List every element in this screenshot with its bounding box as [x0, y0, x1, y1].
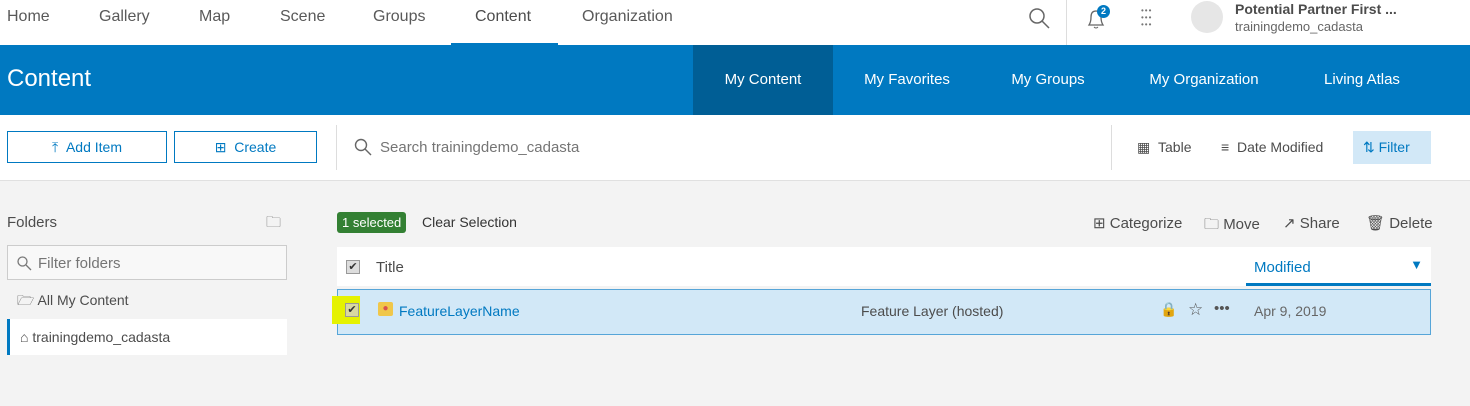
search-icon: [354, 138, 372, 156]
selected-count-badge: 1 selected: [337, 212, 407, 233]
filter-folders-input[interactable]: [38, 252, 278, 274]
divider: [336, 125, 337, 170]
column-modified[interactable]: Modified ▼: [1246, 247, 1431, 286]
filter-label: Filter: [1378, 139, 1410, 155]
nav-home[interactable]: Home: [7, 0, 50, 45]
plus-square-icon: ⊞: [214, 139, 227, 155]
divider: [1066, 0, 1067, 45]
tab-my-groups[interactable]: My Groups: [990, 45, 1106, 115]
sort-label: Date Modified: [1236, 139, 1324, 155]
move-label: Move: [1223, 216, 1260, 233]
column-title[interactable]: Title: [376, 259, 404, 276]
search-icon: [17, 256, 32, 271]
lock-icon: 🔒: [1160, 301, 1178, 317]
row-checkbox[interactable]: ✔: [345, 303, 359, 317]
table-view-button[interactable]: ▦ Table: [1137, 131, 1191, 164]
page-title: Content: [7, 65, 92, 92]
categorize-icon: ⊞: [1093, 215, 1106, 232]
add-item-label: Add Item: [65, 139, 122, 155]
nav-scene[interactable]: Scene: [280, 0, 325, 45]
top-nav: Home Gallery Map Scene Groups Content Or…: [0, 0, 1470, 45]
table-label: Table: [1158, 139, 1192, 155]
table-row[interactable]: ✔ ● FeatureLayerName Feature Layer (host…: [332, 289, 1431, 335]
divider: [1111, 125, 1112, 170]
sliders-icon: ⇅: [1363, 139, 1375, 155]
delete-label: Delete: [1389, 215, 1433, 232]
feature-layer-icon: ●: [378, 302, 393, 316]
folder-trainingdemo-cadasta[interactable]: ⌂ trainingdemo_cadasta: [7, 319, 287, 355]
sort-lines-icon: ≡: [1221, 139, 1230, 155]
create-button[interactable]: ⊞ Create: [174, 131, 317, 163]
share-button[interactable]: ↗ Share: [1283, 214, 1340, 232]
sort-button[interactable]: ≡ Date Modified: [1221, 131, 1323, 164]
nav-map[interactable]: Map: [199, 0, 230, 45]
filter-folders-field[interactable]: [7, 245, 287, 280]
nav-gallery[interactable]: Gallery: [99, 0, 150, 45]
clear-selection-link[interactable]: Clear Selection: [422, 214, 517, 230]
add-item-button[interactable]: ⤒ Add Item: [7, 131, 167, 163]
table-header: ✔ Title Modified ▼: [337, 247, 1431, 286]
tab-living-atlas[interactable]: Living Atlas: [1300, 45, 1424, 115]
more-options-icon[interactable]: •••: [1214, 300, 1230, 317]
folder-icon: 🗁: [17, 292, 35, 308]
item-type: Feature Layer (hosted): [861, 303, 1004, 319]
tab-my-organization[interactable]: My Organization: [1130, 45, 1278, 115]
user-name[interactable]: Potential Partner First ...: [1235, 1, 1397, 17]
create-label: Create: [234, 139, 277, 155]
sort-desc-icon: ▼: [1410, 257, 1423, 272]
tab-my-content[interactable]: My Content: [693, 45, 833, 115]
search-icon[interactable]: [1027, 6, 1051, 30]
new-folder-icon[interactable]: 🗀: [266, 212, 281, 237]
apps-grid-icon[interactable]: ••• ••• •••: [1141, 7, 1161, 29]
select-all-checkbox[interactable]: ✔: [346, 260, 360, 274]
move-folder-icon: 🗀: [1204, 216, 1220, 233]
favorite-star-icon[interactable]: ☆: [1188, 300, 1203, 320]
delete-button[interactable]: 🗑 Delete: [1366, 214, 1433, 232]
trash-icon: 🗑: [1366, 215, 1386, 232]
avatar[interactable]: [1191, 1, 1223, 33]
categorize-label: Categorize: [1109, 215, 1183, 232]
item-modified-date: Apr 9, 2019: [1254, 303, 1327, 319]
move-button[interactable]: 🗀 Move: [1204, 214, 1260, 239]
search-input[interactable]: [380, 133, 1080, 161]
filter-button[interactable]: ⇅ Filter: [1353, 131, 1431, 164]
categorize-button[interactable]: ⊞ Categorize: [1093, 214, 1182, 232]
home-icon: ⌂: [20, 329, 29, 345]
tab-my-favorites[interactable]: My Favorites: [840, 45, 974, 115]
nav-content[interactable]: Content: [451, 0, 558, 45]
nav-groups[interactable]: Groups: [373, 0, 425, 45]
item-title-link[interactable]: FeatureLayerName: [399, 303, 520, 319]
upload-icon: ⤒: [51, 139, 59, 155]
notification-badge: 2: [1097, 5, 1110, 18]
folder-label: All My Content: [37, 292, 129, 308]
nav-organization[interactable]: Organization: [582, 0, 673, 45]
share-icon: ↗: [1283, 215, 1296, 232]
folder-label: trainingdemo_cadasta: [32, 329, 171, 345]
table-icon: ▦: [1137, 139, 1151, 155]
share-label: Share: [1299, 215, 1340, 232]
folder-all-my-content[interactable]: 🗁 All My Content: [7, 283, 287, 317]
username: trainingdemo_cadasta: [1235, 19, 1363, 34]
folders-title: Folders: [7, 214, 58, 231]
column-modified-label: Modified: [1254, 259, 1311, 276]
